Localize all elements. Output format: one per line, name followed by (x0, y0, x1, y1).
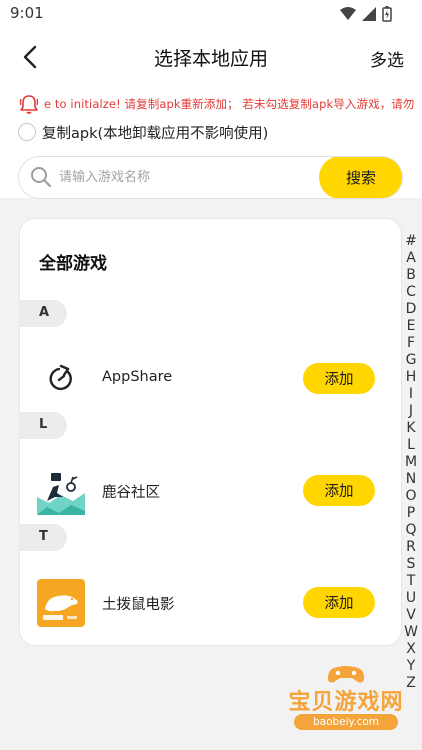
header-area: 9:01 选择本地应用 多选 e to initialze! 请复制apk重新添… (0, 0, 422, 199)
app-name: 土拨鼠电影 (102, 597, 175, 613)
index-letter[interactable]: R (403, 539, 419, 556)
index-letter[interactable]: L (403, 437, 419, 454)
gamepad-icon (328, 666, 364, 683)
index-letter[interactable]: C (403, 284, 419, 301)
search-bar: 搜索 (18, 156, 403, 199)
watermark-text: 宝贝游戏网 (288, 690, 404, 715)
index-letter[interactable]: F (403, 335, 419, 352)
index-letter[interactable]: H (403, 369, 419, 386)
index-letter[interactable]: P (403, 505, 419, 522)
search-input[interactable] (59, 157, 319, 197)
index-letter[interactable]: B (403, 267, 419, 284)
add-button[interactable]: 添加 (303, 363, 375, 394)
notice-text: e to initialze! 请复制apk重新添加； 若未勾选复制apk导入游… (44, 97, 415, 111)
index-letter[interactable]: E (403, 318, 419, 335)
index-letter[interactable]: # (403, 233, 419, 250)
index-letter[interactable]: T (403, 573, 419, 590)
signal-icon (362, 7, 376, 21)
section-letter: A (39, 305, 50, 320)
status-icons (340, 6, 392, 22)
lugu-community-icon (37, 473, 85, 515)
section-header-l: L (20, 412, 67, 439)
index-letter[interactable]: D (403, 301, 419, 318)
search-icon (31, 167, 52, 188)
section-letter: T (39, 529, 48, 544)
alphabet-index[interactable]: # A B C D E F G H I J K L M N O P Q R S T U V W X Y Z (403, 233, 419, 692)
index-letter[interactable]: G (403, 352, 419, 369)
index-letter[interactable]: N (403, 471, 419, 488)
list-item: AppShare 添加 (20, 345, 401, 415)
status-bar: 9:01 (0, 0, 422, 28)
section-letter: L (39, 417, 48, 432)
multi-select-button[interactable]: 多选 (370, 46, 404, 71)
index-letter[interactable]: Q (403, 522, 419, 539)
index-letter[interactable]: V (403, 607, 419, 624)
index-letter[interactable]: U (403, 590, 419, 607)
watermark-url: baobeiy.com (294, 714, 398, 730)
app-name: AppShare (102, 369, 173, 385)
appshare-icon (49, 364, 72, 391)
copy-apk-option[interactable]: 复制apk(本地卸载应用不影响使用) (18, 120, 268, 144)
index-letter[interactable]: M (403, 454, 419, 471)
index-letter[interactable]: O (403, 488, 419, 505)
app-name: 鹿谷社区 (102, 485, 160, 501)
page-title: 选择本地应用 (153, 48, 268, 70)
notice-banner: e to initialze! 请复制apk重新添加； 若未勾选复制apk导入游… (18, 92, 422, 116)
index-letter[interactable]: J (403, 403, 419, 420)
status-time: 9:01 (10, 4, 44, 22)
groundhog-movie-icon (37, 579, 85, 627)
game-list-card: 全部游戏 A AppShare 添加 L 鹿谷社区 添加 T 土拨鼠电影 添加 (19, 218, 402, 646)
index-letter[interactable]: I (403, 386, 419, 403)
copy-apk-radio[interactable] (18, 123, 36, 141)
battery-icon (382, 6, 392, 22)
watermark: 宝贝游戏网 baobeiy.com (276, 662, 416, 742)
index-letter[interactable]: W (403, 624, 419, 641)
copy-apk-label: 复制apk(本地卸载应用不影响使用) (42, 125, 269, 142)
index-letter[interactable]: K (403, 420, 419, 437)
nav-bar: 选择本地应用 多选 (0, 36, 422, 80)
add-button[interactable]: 添加 (303, 587, 375, 618)
wifi-icon (340, 7, 356, 20)
search-button[interactable]: 搜索 (319, 157, 402, 198)
bell-icon (19, 95, 39, 114)
index-letter[interactable]: X (403, 641, 419, 658)
index-letter[interactable]: S (403, 556, 419, 573)
list-title: 全部游戏 (39, 254, 107, 274)
index-letter[interactable]: A (403, 250, 419, 267)
section-header-t: T (20, 524, 67, 551)
list-item: 土拨鼠电影 添加 (20, 569, 401, 639)
list-item: 鹿谷社区 添加 (20, 457, 401, 527)
add-button[interactable]: 添加 (303, 475, 375, 506)
section-header-a: A (20, 300, 67, 327)
